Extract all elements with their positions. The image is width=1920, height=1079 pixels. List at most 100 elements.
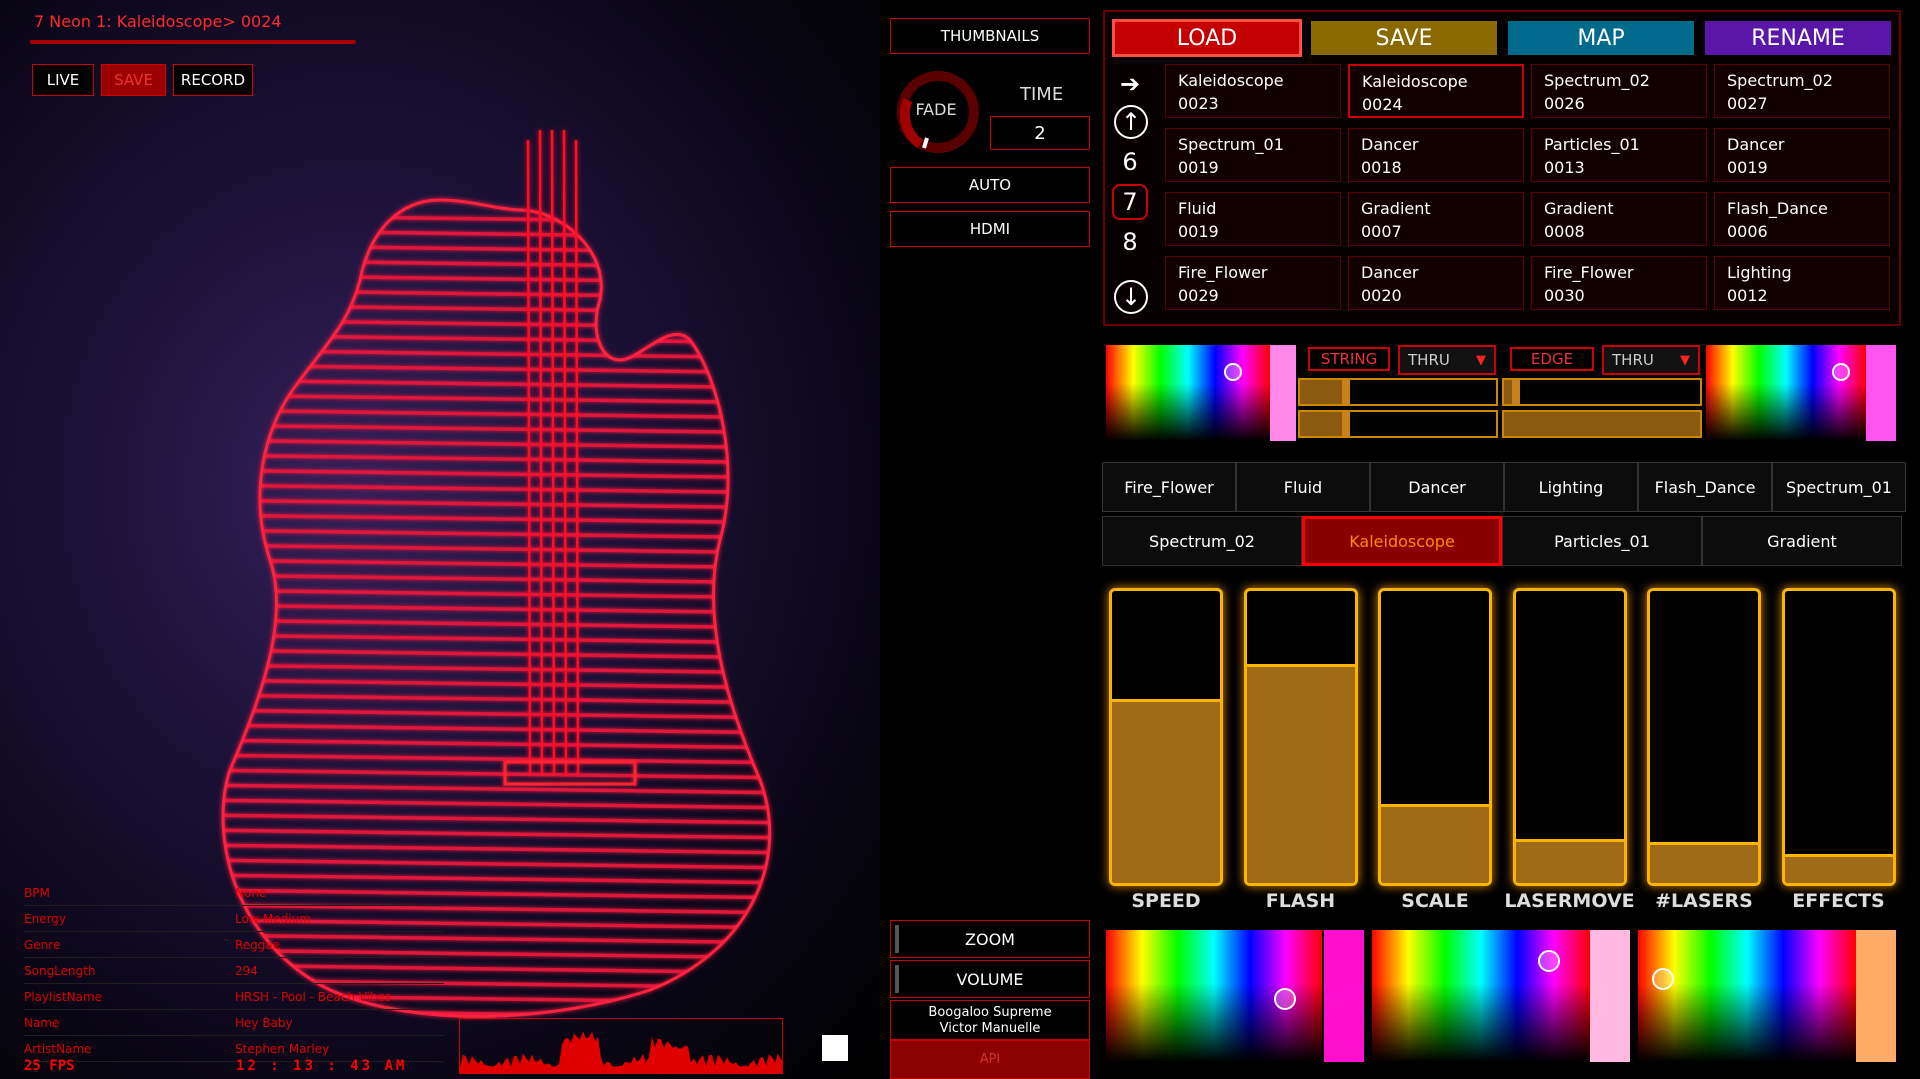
map-button[interactable]: MAP: [1506, 19, 1696, 57]
time-input[interactable]: 2: [990, 116, 1090, 150]
picker-handle[interactable]: [1224, 363, 1242, 381]
slider-num-lasers[interactable]: [1647, 588, 1761, 886]
picker-handle[interactable]: [1832, 363, 1850, 381]
tab-fluid[interactable]: Fluid: [1236, 462, 1370, 512]
edge-mode-dropdown[interactable]: THRU ▼: [1602, 345, 1700, 375]
scene-cell[interactable]: Gradient 0007: [1348, 192, 1524, 246]
string-range-slider-2[interactable]: [1298, 410, 1498, 438]
scene-cell[interactable]: Flash_Dance 0006: [1714, 192, 1890, 246]
slider-effects[interactable]: [1781, 588, 1896, 886]
load-button[interactable]: LOAD: [1112, 19, 1302, 57]
color-picker-1[interactable]: [1106, 930, 1364, 1062]
slider-speed[interactable]: [1109, 588, 1223, 886]
tab-gradient[interactable]: Gradient: [1702, 516, 1902, 566]
range-handle[interactable]: [1342, 380, 1350, 404]
slider-scale[interactable]: [1378, 588, 1492, 886]
title-underline: [30, 40, 356, 44]
page-prev[interactable]: 6: [1112, 144, 1148, 180]
scene-cell[interactable]: Kaleidoscope 0024: [1348, 64, 1524, 118]
spectrum[interactable]: [1638, 930, 1856, 1062]
rename-button[interactable]: RENAME: [1703, 19, 1893, 57]
slider-label: LASERMOVE: [1504, 890, 1635, 912]
info-value: Stephen Marley: [235, 1041, 330, 1056]
scene-cell[interactable]: Fire_Flower 0030: [1531, 256, 1707, 310]
record-button[interactable]: RECORD: [173, 64, 253, 96]
scene-cell[interactable]: Spectrum_02 0026: [1531, 64, 1707, 118]
api-button[interactable]: API: [890, 1040, 1090, 1079]
string-range-slider-1[interactable]: [1298, 378, 1498, 406]
tab-flash_dance[interactable]: Flash_Dance: [1638, 462, 1772, 512]
fps-readout: 25 FPS: [24, 1058, 75, 1074]
edge-range-slider-1[interactable]: [1502, 378, 1702, 406]
track-info-table: BPM None Energy Low-Medium Genre Reggae SongLe…: [24, 880, 444, 1062]
range-handle[interactable]: [1342, 412, 1350, 436]
color-picker-2[interactable]: [1372, 930, 1630, 1062]
zoom-control[interactable]: ZOOM: [890, 920, 1090, 958]
scene-cell[interactable]: Dancer 0019: [1714, 128, 1890, 182]
scene-cell[interactable]: Dancer 0020: [1348, 256, 1524, 310]
edge-color-swatch: [1866, 345, 1896, 441]
info-row: SongLength 294: [24, 958, 444, 984]
chevron-down-icon: ▼: [1680, 352, 1690, 368]
slider-lasermove[interactable]: [1512, 588, 1627, 886]
edge-color-picker[interactable]: [1706, 345, 1896, 441]
range-handle[interactable]: [1512, 380, 1520, 404]
arrow-down-icon[interactable]: ↓: [1114, 280, 1148, 314]
string-color-picker[interactable]: [1106, 345, 1296, 441]
picker-handle[interactable]: [1538, 950, 1560, 972]
scene-cell[interactable]: Fire_Flower 0029: [1165, 256, 1341, 310]
scene-name: Dancer: [1727, 135, 1785, 154]
picker-handle[interactable]: [1652, 968, 1674, 990]
scene-cell[interactable]: Particles_01 0013: [1531, 128, 1707, 182]
volume-level-bar[interactable]: [895, 965, 899, 993]
page-next[interactable]: 8: [1112, 224, 1148, 260]
scene-name: Spectrum_01: [1178, 135, 1284, 154]
scene-name: Particles_01: [1544, 135, 1640, 154]
scene-number: 0027: [1727, 94, 1768, 113]
tab-spectrum_01[interactable]: Spectrum_01: [1772, 462, 1906, 512]
live-button[interactable]: LIVE: [32, 64, 94, 96]
auto-button[interactable]: AUTO: [890, 167, 1090, 203]
string-mode-dropdown[interactable]: THRU ▼: [1398, 345, 1496, 375]
spectrum[interactable]: [1372, 930, 1590, 1062]
scene-name: Fire_Flower: [1178, 263, 1268, 282]
info-value: Reggae: [235, 937, 281, 952]
tab-lighting[interactable]: Lighting: [1504, 462, 1638, 512]
scene-cell[interactable]: Fluid 0019: [1165, 192, 1341, 246]
scene-cell[interactable]: Spectrum_01 0019: [1165, 128, 1341, 182]
volume-label: VOLUME: [956, 969, 1024, 989]
scene-cell[interactable]: Dancer 0018: [1348, 128, 1524, 182]
scene-number: 0007: [1361, 222, 1402, 241]
hdmi-button[interactable]: HDMI: [890, 211, 1090, 247]
arrow-right-icon[interactable]: ➔: [1112, 66, 1148, 102]
slider-fill: [1784, 853, 1893, 883]
slider-label: #LASERS: [1655, 890, 1753, 912]
color-picker-3[interactable]: [1638, 930, 1896, 1062]
info-row: Name Hey Baby: [24, 1010, 444, 1036]
tab-particles_01[interactable]: Particles_01: [1502, 516, 1702, 566]
scene-cell[interactable]: Lighting 0012: [1714, 256, 1890, 310]
scene-number: 0026: [1544, 94, 1585, 113]
tab-fire_flower[interactable]: Fire_Flower: [1102, 462, 1236, 512]
now-playing: Boogaloo Supreme Victor Manuelle: [890, 1000, 1090, 1040]
slider-flash[interactable]: [1243, 588, 1358, 886]
edge-range-slider-2[interactable]: [1502, 410, 1702, 438]
tab-spectrum_02[interactable]: Spectrum_02: [1102, 516, 1302, 566]
tab-dancer[interactable]: Dancer: [1370, 462, 1504, 512]
tab-kaleidoscope[interactable]: Kaleidoscope: [1302, 516, 1502, 566]
arrow-up-icon[interactable]: ↑: [1114, 105, 1148, 139]
save-button[interactable]: SAVE: [1309, 19, 1499, 57]
spectrum[interactable]: [1106, 345, 1270, 441]
page-current[interactable]: 7: [1112, 184, 1148, 220]
scene-cell[interactable]: Gradient 0008: [1531, 192, 1707, 246]
thumbnails-button[interactable]: THUMBNAILS: [890, 18, 1090, 54]
scene-cell[interactable]: Spectrum_02 0027: [1714, 64, 1890, 118]
fade-label: FADE: [915, 100, 957, 119]
picker-handle[interactable]: [1274, 988, 1296, 1010]
spectrum[interactable]: [1706, 345, 1866, 441]
volume-control[interactable]: VOLUME: [890, 960, 1090, 998]
status-indicator[interactable]: [822, 1035, 848, 1061]
save-scene-button[interactable]: SAVE: [101, 64, 166, 96]
scene-cell[interactable]: Kaleidoscope 0023: [1165, 64, 1341, 118]
zoom-level-bar[interactable]: [895, 925, 899, 953]
